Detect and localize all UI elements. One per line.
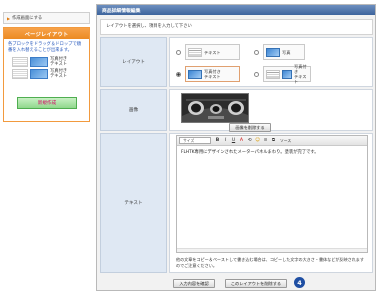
delete-image-button[interactable]: 画像を削除する xyxy=(229,123,271,132)
layout-option-label: 写真付き テキスト xyxy=(294,64,307,84)
bold-icon[interactable]: B xyxy=(214,137,221,144)
layout-block-2[interactable]: 写真付き テキスト xyxy=(12,69,89,79)
radio-icon[interactable] xyxy=(254,71,259,77)
align-icon[interactable]: ≡ xyxy=(262,137,269,144)
layout-option-photo[interactable]: 写真 xyxy=(254,44,305,60)
delete-layout-button[interactable]: このレイアウトを削除する xyxy=(225,279,287,288)
italic-icon[interactable]: I xyxy=(222,137,229,144)
step-badge: 4 xyxy=(294,277,305,288)
layout-option-photo-text-right[interactable]: 写真付き テキスト xyxy=(254,64,311,84)
layout-option-label: 写真 xyxy=(282,49,291,55)
layout-block-label: 写真付き テキスト xyxy=(50,69,68,79)
photo-icon xyxy=(30,69,48,79)
new-create-button[interactable]: 新規作成 xyxy=(17,97,77,109)
photo-icon xyxy=(188,69,202,79)
instruction-text: レイアウトを選択し、項目を入力して下さい xyxy=(100,19,373,35)
product-detail-editor: 商品詳細情報編集 レイアウトを選択し、項目を入力して下さい レイアウト テキスト… xyxy=(96,4,376,291)
layout-row-label: レイアウト xyxy=(100,37,167,87)
layout-option-box: 写真付き テキスト xyxy=(185,66,240,82)
radio-icon[interactable] xyxy=(254,49,259,55)
triangle-right-icon: ▶ xyxy=(7,15,11,21)
layout-row-body: テキスト 写真 写真付き テキスト 写真付き テキスト xyxy=(169,37,373,87)
layout-option-box: 写真付き テキスト xyxy=(263,64,311,84)
confirm-input-button[interactable]: 入力内容を確認 xyxy=(173,279,215,288)
radio-selected-icon[interactable] xyxy=(176,71,181,77)
layout-block-1[interactable]: 写真付き テキスト xyxy=(12,57,89,67)
layout-option-label: テキスト xyxy=(204,49,221,55)
text-row-label: テキスト xyxy=(100,133,167,273)
underline-icon[interactable]: U xyxy=(230,137,237,144)
layout-option-box: 写真 xyxy=(263,44,305,60)
layout-option-photo-text-left[interactable]: 写真付き テキスト xyxy=(176,66,240,82)
create-screen-link-label: 作成画面にする xyxy=(12,16,43,21)
photo-icon xyxy=(30,57,48,67)
emoticon-icon[interactable]: ☺ xyxy=(254,137,261,144)
editor-toolbar: サイズ B I U A ⟲ ☺ ≡ ⧉ ソース xyxy=(177,136,367,146)
photo-icon xyxy=(266,47,280,57)
paste-hint-text: 他の文章をコピー＆ペーストして書き込む場合は、コピーした文字の大きさ・書体などが… xyxy=(176,257,364,268)
layout-block-label: 写真付き テキスト xyxy=(50,57,68,67)
editor-content[interactable]: FLHTK専用にデザインされたメーターパネルまわり。塗装が完了です。 xyxy=(177,146,367,158)
undo-icon[interactable]: ⟲ xyxy=(246,137,253,144)
text-lines-icon xyxy=(188,47,202,57)
create-screen-link[interactable]: ▶ 作成画面にする xyxy=(3,12,90,24)
image-row-label: 画像 xyxy=(100,89,167,131)
font-size-select[interactable]: サイズ xyxy=(179,137,211,144)
layout-option-text[interactable]: テキスト xyxy=(176,44,240,60)
meter-panel-image xyxy=(182,94,248,122)
rich-text-editor: サイズ B I U A ⟲ ☺ ≡ ⧉ ソース FLHTK専用にデザインされたメ… xyxy=(176,135,368,253)
source-button[interactable]: ソース xyxy=(280,138,291,144)
radio-icon[interactable] xyxy=(176,49,181,55)
editor-resize-bar[interactable] xyxy=(177,248,367,252)
text-lines-icon xyxy=(12,69,28,79)
paste-icon[interactable]: ⧉ xyxy=(270,137,277,144)
card-title: 商品詳細情報編集 xyxy=(97,5,375,15)
text-lines-icon xyxy=(266,69,280,79)
layout-option-box: テキスト xyxy=(185,44,240,60)
page-layout-title: ページレイアウト xyxy=(4,28,89,39)
layout-option-label: 写真付き テキスト xyxy=(204,69,221,79)
motorcycle-meter-photo xyxy=(181,93,249,123)
font-color-icon[interactable]: A xyxy=(238,137,245,144)
photo-icon xyxy=(282,69,292,79)
page-layout-panel: ページレイアウト 各ブロックをドラッグ＆ドロップで順番を入れ替えることが出来ます… xyxy=(3,27,90,122)
page-layout-description: 各ブロックをドラッグ＆ドロップで順番を入れ替えることが出来ます。 xyxy=(8,42,82,53)
text-lines-icon xyxy=(12,57,28,67)
